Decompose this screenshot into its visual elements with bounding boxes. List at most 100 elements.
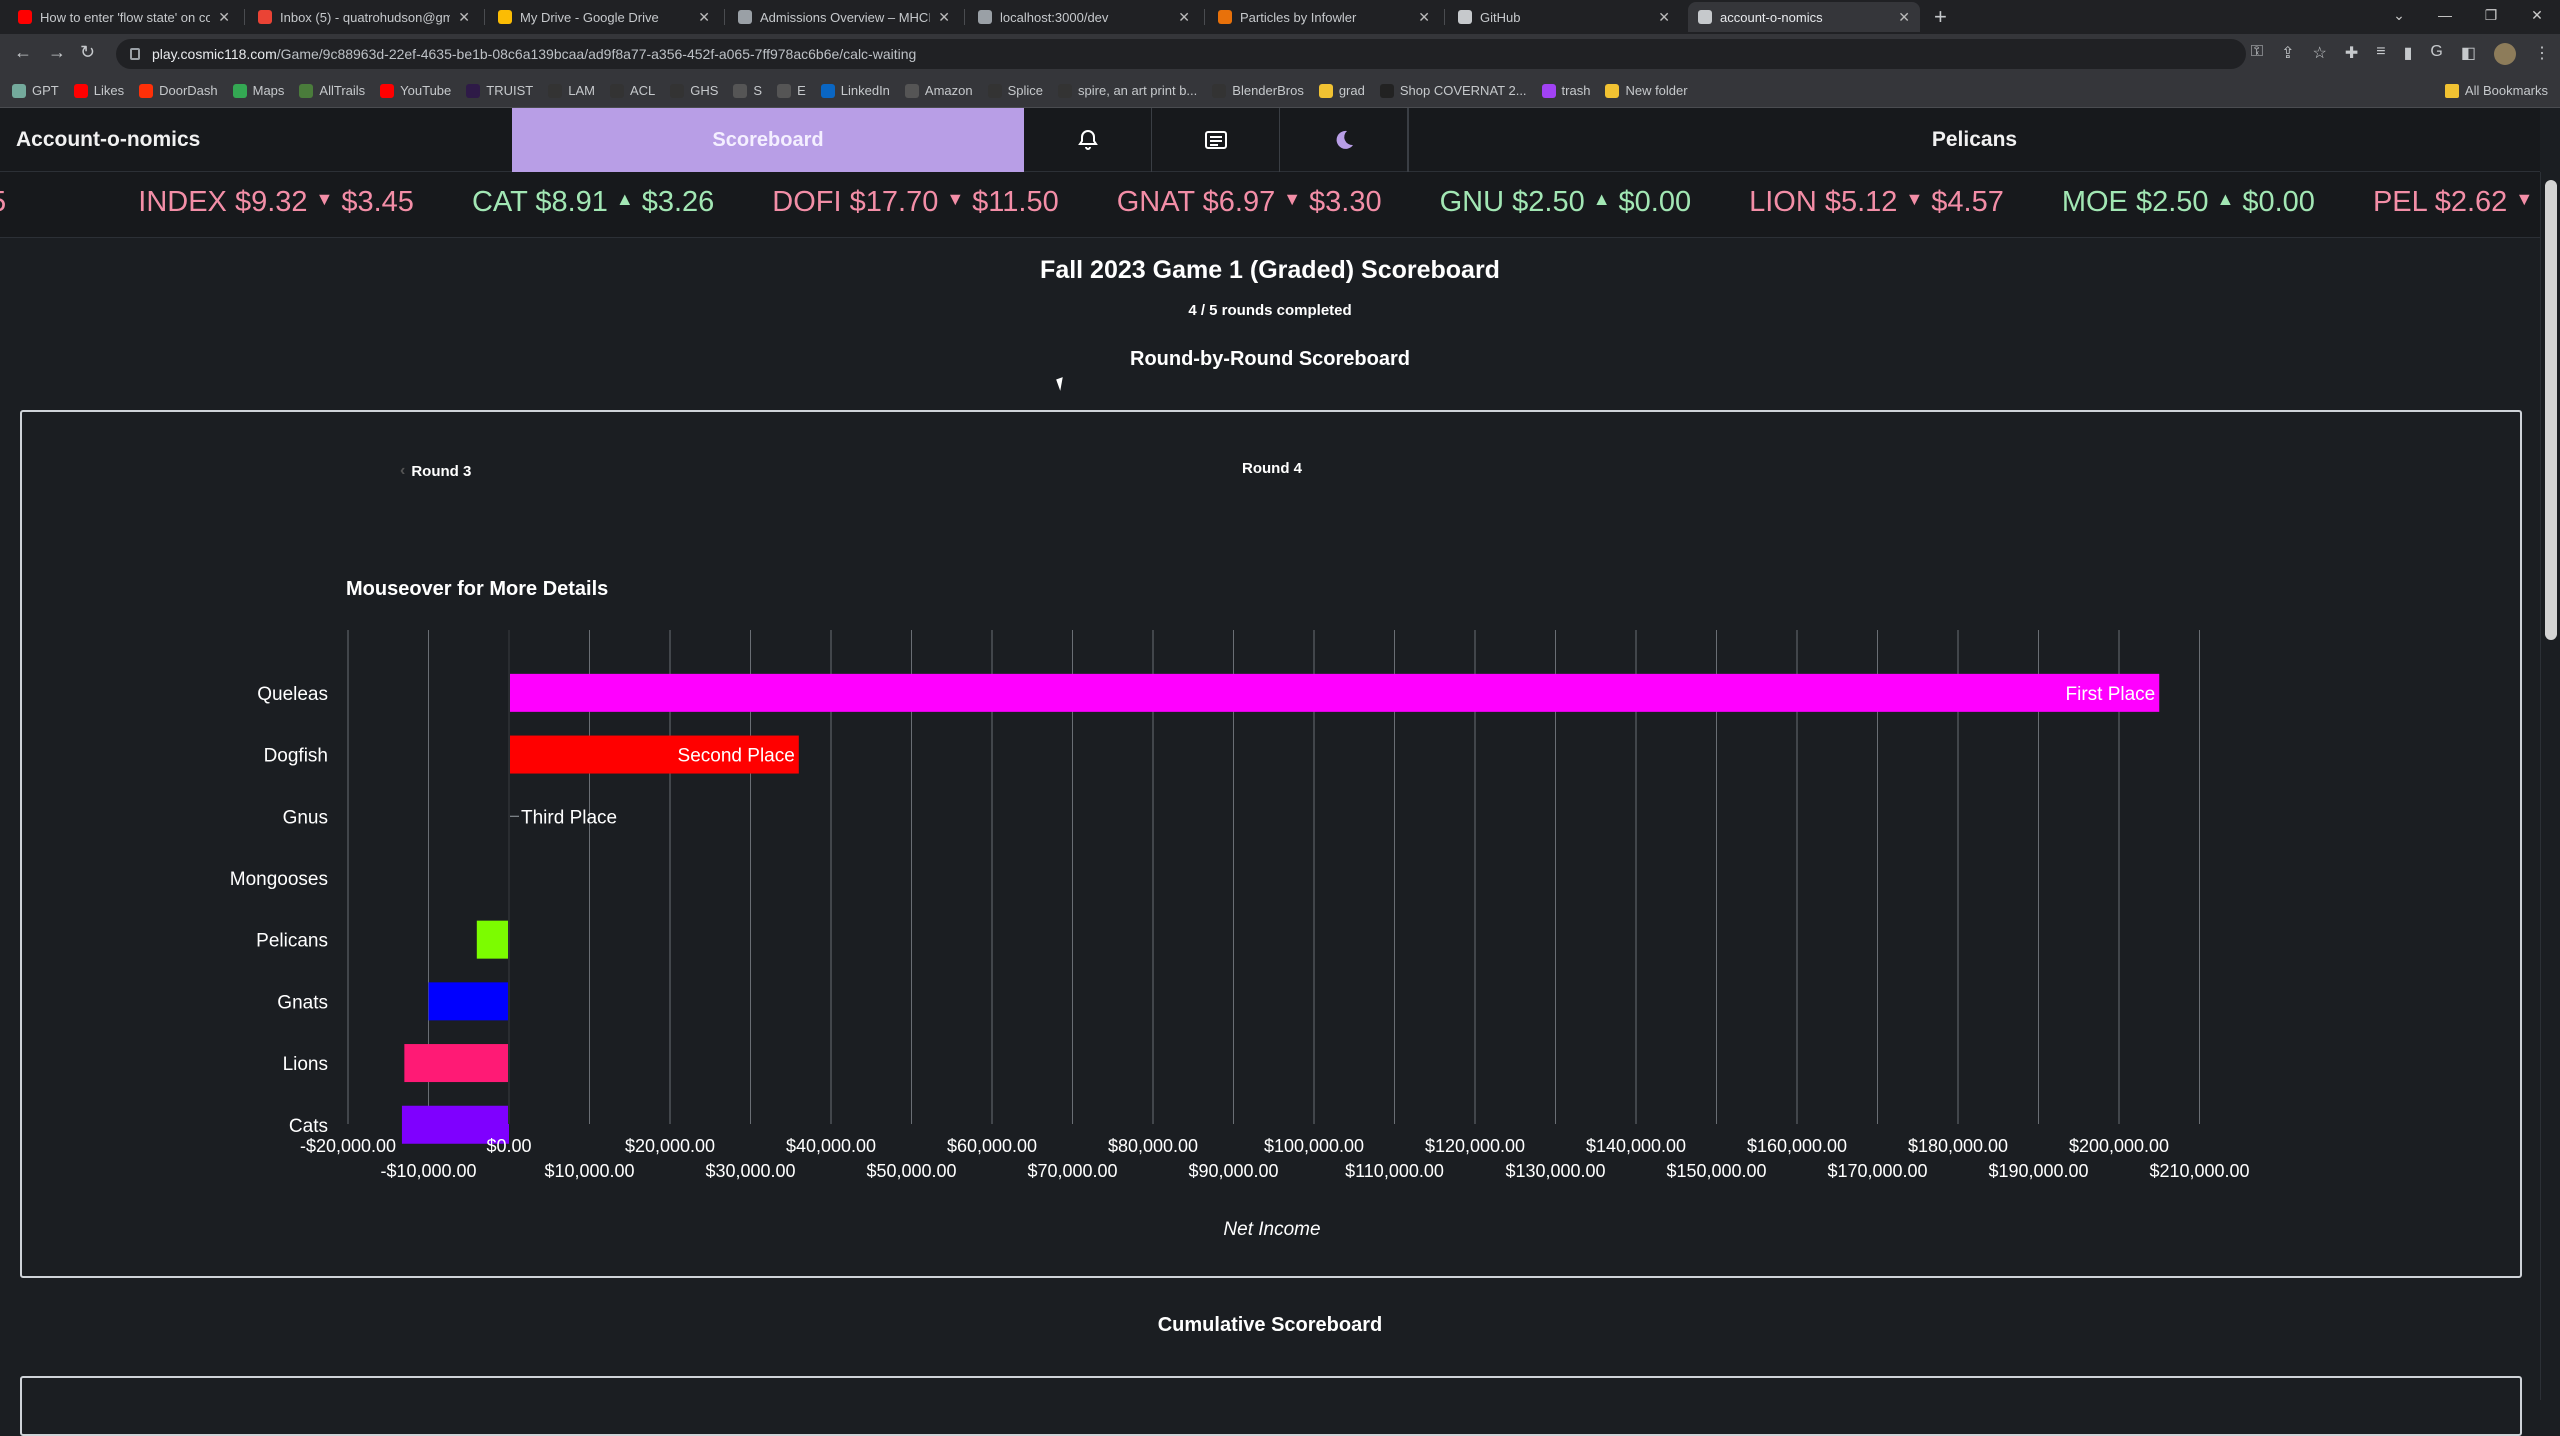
bookmark-label: Maps	[252, 83, 285, 98]
browser-tab-bar: + ⌄ — ❐ ✕ How to enter 'flow state' on c…	[0, 0, 2560, 34]
bookmark-item[interactable]: grad	[1318, 83, 1365, 98]
page-scrollbar[interactable]	[2540, 172, 2560, 1400]
tab-scoreboard[interactable]: Scoreboard	[512, 108, 1024, 172]
all-bookmarks[interactable]: All Bookmarks	[2444, 83, 2548, 98]
browser-tab[interactable]: How to enter 'flow state' on com ✕	[8, 2, 240, 32]
tab-close-icon[interactable]: ✕	[1418, 9, 1430, 26]
puzzle-icon[interactable]: ◧	[2461, 43, 2476, 65]
arrow-up-icon: ▲	[1592, 189, 1611, 209]
extensions-icon[interactable]: ✚	[2345, 43, 2358, 65]
bookmark-item[interactable]: Amazon	[904, 83, 973, 98]
key-icon[interactable]: ⚿	[2251, 43, 2263, 65]
bookmark-item[interactable]: LinkedIn	[820, 83, 890, 98]
tab-close-icon[interactable]: ✕	[1898, 9, 1910, 26]
ticker-change: $0.00	[2242, 186, 2315, 218]
bookmark-item[interactable]: trash	[1541, 83, 1590, 98]
tab-search-icon[interactable]: ⌄	[2376, 7, 2422, 24]
app-title[interactable]: Account-o-nomics	[16, 128, 200, 152]
tab-close-icon[interactable]: ✕	[1658, 9, 1670, 26]
bookmark-item[interactable]: Shop COVERNAT 2...	[1379, 83, 1527, 98]
bookmark-item[interactable]: New folder	[1605, 83, 1688, 98]
bookmark-item[interactable]: E	[777, 83, 806, 98]
tab-title: account-o-nomics	[1720, 9, 1823, 25]
share-icon[interactable]: ⇪	[2281, 43, 2294, 65]
bookmark-item[interactable]: YouTube	[380, 83, 451, 98]
ticker-item: INDEX $9.32 ▼ $3.45	[138, 186, 414, 219]
browser-tab[interactable]: GitHub ✕	[1448, 2, 1680, 32]
theme-toggle-button[interactable]	[1280, 108, 1408, 172]
bookmark-label: LinkedIn	[840, 83, 890, 98]
category-label: Gnus	[283, 807, 328, 828]
bell-icon	[1077, 129, 1098, 150]
notifications-button[interactable]	[1024, 108, 1152, 172]
bookmark-item[interactable]: LAM	[548, 83, 595, 98]
scrollbar-thumb[interactable]	[2545, 180, 2557, 640]
x-tick-label: $80,000.00	[1108, 1136, 1198, 1156]
ticker-change: $11.50	[972, 186, 1059, 218]
news-button[interactable]	[1152, 108, 1280, 172]
bookmark-item[interactable]: BlenderBros	[1212, 83, 1304, 98]
x-tick-label: $110,000.00	[1345, 1161, 1444, 1181]
bookmark-item[interactable]: Maps	[232, 83, 285, 98]
tab-close-icon[interactable]: ✕	[218, 9, 230, 26]
ticker-price: DOFI $17.70	[772, 186, 939, 218]
cumulative-section-title: Cumulative Scoreboard	[1157, 1314, 1383, 1336]
bookmark-item[interactable]: TRUIST	[466, 83, 533, 98]
bookmark-item[interactable]: spire, an art print b...	[1058, 83, 1197, 98]
bar-label: Second Place	[678, 746, 795, 767]
media-icon[interactable]: ≡	[2376, 43, 2385, 65]
browser-tab[interactable]: Particles by Infowler ✕	[1208, 2, 1440, 32]
profile-avatar[interactable]	[2494, 43, 2516, 65]
x-tick-label: $0.00	[486, 1136, 531, 1156]
menu-icon[interactable]: ⋮	[2534, 43, 2550, 65]
bar[interactable]	[428, 982, 510, 1021]
tab-close-icon[interactable]: ✕	[1178, 9, 1190, 26]
bar[interactable]	[509, 673, 2160, 712]
toolbar-actions: ⚿ ⇪ ☆ ✚ ≡ ▮ G ◧ ⋮	[2251, 43, 2550, 65]
moon-icon	[1336, 130, 1353, 149]
reload-icon[interactable]: ↻	[80, 42, 95, 63]
minimize-icon[interactable]: —	[2422, 7, 2468, 23]
close-window-icon[interactable]: ✕	[2514, 7, 2560, 24]
browser-tab[interactable]: account-o-nomics ✕	[1688, 2, 1920, 32]
new-tab-button[interactable]: +	[1934, 4, 1947, 30]
bookmark-item[interactable]: ACL	[609, 83, 655, 98]
browser-tab[interactable]: My Drive - Google Drive ✕	[488, 2, 720, 32]
address-bar[interactable]: play.cosmic118.com /Game/9c88963d-22ef-4…	[116, 39, 2246, 69]
bar[interactable]	[404, 1044, 509, 1083]
bar[interactable]	[476, 920, 509, 959]
browser-tab[interactable]: Inbox (5) - quatrohudson@gmail ✕	[248, 2, 480, 32]
browser-tab[interactable]: Admissions Overview – MHCI+D ✕	[728, 2, 960, 32]
bookmark-icon	[609, 83, 624, 98]
category-label: Dogfish	[264, 746, 328, 767]
tab-favicon-icon	[258, 10, 272, 24]
tab-favicon-icon	[1698, 10, 1712, 24]
bookmark-item[interactable]: GHS	[670, 83, 718, 98]
x-axis-title: Net Income	[1223, 1219, 1320, 1240]
folder-icon	[2444, 83, 2459, 98]
tab-close-icon[interactable]: ✕	[698, 9, 710, 26]
back-icon[interactable]: ←	[14, 42, 32, 63]
bookmark-item[interactable]: GPT	[12, 83, 59, 98]
sidepanel-icon[interactable]: ▮	[2404, 43, 2413, 65]
tab-close-icon[interactable]: ✕	[458, 9, 470, 26]
team-name[interactable]: Pelicans	[1408, 108, 2540, 172]
bookmark-label: DoorDash	[159, 83, 218, 98]
tab-close-icon[interactable]: ✕	[938, 9, 950, 26]
bookmark-item[interactable]: AllTrails	[299, 83, 365, 98]
star-icon[interactable]: ☆	[2313, 43, 2327, 65]
url-host: play.cosmic118.com	[152, 46, 277, 62]
google-icon[interactable]: G	[2430, 43, 2442, 65]
forward-icon[interactable]: →	[48, 42, 66, 63]
ticker-change: $3.45	[341, 186, 414, 218]
bookmark-label: YouTube	[400, 83, 452, 98]
x-tick-label: $120,000.00	[1425, 1136, 1525, 1156]
bookmark-item[interactable]: S	[733, 83, 762, 98]
net-income-bar-chart[interactable]: Queleas First Place Dogfish Second Place Gnu…	[22, 412, 2524, 1280]
ticker-change: $4.57	[1931, 186, 2004, 218]
bookmark-item[interactable]: DoorDash	[139, 83, 218, 98]
browser-tab[interactable]: localhost:3000/dev ✕	[968, 2, 1200, 32]
restore-icon[interactable]: ❐	[2468, 7, 2514, 24]
bookmark-item[interactable]: Splice	[987, 83, 1043, 98]
bookmark-item[interactable]: Likes	[73, 83, 124, 98]
